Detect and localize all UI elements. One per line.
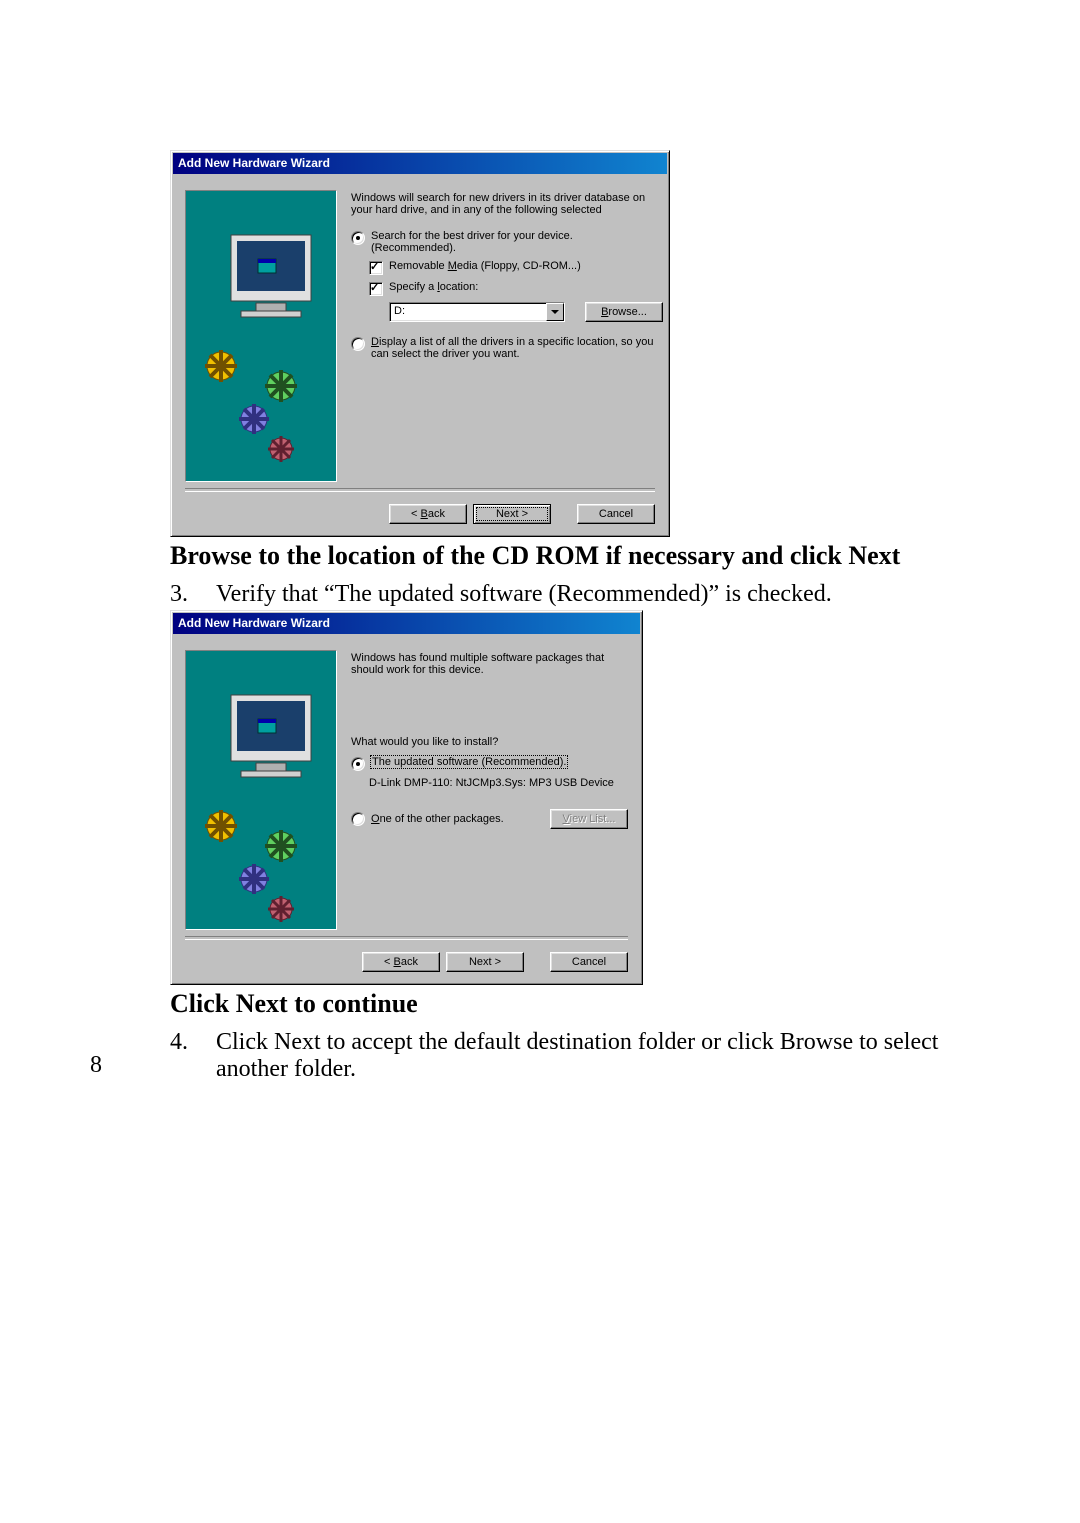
page-number: 8	[90, 1052, 102, 1079]
radio-icon	[351, 337, 365, 351]
dialog-question: What would you like to install?	[351, 736, 628, 748]
device-name-text: D-Link DMP-110: NtJCMp3.Sys: MP3 USB Dev…	[369, 777, 628, 789]
radio-other-packages[interactable]: One of the other packages. View List...	[351, 809, 628, 829]
step-3: 3. Verify that “The updated software (Re…	[170, 581, 990, 608]
checkbox-removable-media[interactable]: Removable Media (Floppy, CD-ROM...)	[369, 260, 663, 275]
checkbox-label: Specify a location:	[389, 281, 478, 293]
dialog-intro-text: Windows has found multiple software pack…	[351, 652, 628, 676]
back-button[interactable]: < Back	[389, 504, 467, 524]
radio-display-list[interactable]: Display a list of all the drivers in a s…	[351, 336, 663, 360]
radio-label: Search for the best driver for your devi…	[371, 230, 573, 242]
dialog-title: Add New Hardware Wizard	[173, 613, 640, 634]
chevron-down-icon[interactable]	[546, 303, 564, 321]
radio-updated-software[interactable]: The updated software (Recommended).	[351, 756, 628, 771]
radio-icon	[351, 757, 365, 771]
instruction-click-next: Click Next to continue	[170, 989, 990, 1019]
checkbox-icon	[369, 261, 383, 275]
checkbox-specify-location[interactable]: Specify a location:	[369, 281, 663, 296]
radio-label: Display a list of all the drivers in a s…	[371, 336, 663, 360]
browse-button[interactable]: Browse...	[585, 302, 663, 322]
radio-search-best-driver[interactable]: Search for the best driver for your devi…	[351, 230, 663, 254]
next-button[interactable]: Next >	[446, 952, 524, 972]
dialog-intro-text: Windows will search for new drivers in i…	[351, 192, 663, 216]
instruction-browse: Browse to the location of the CD ROM if …	[170, 541, 990, 571]
radio-label: One of the other packages.	[371, 813, 504, 825]
back-button[interactable]: < Back	[362, 952, 440, 972]
checkbox-icon	[369, 282, 383, 296]
cancel-button[interactable]: Cancel	[550, 952, 628, 972]
next-button[interactable]: Next >	[473, 504, 551, 524]
wizard-art-icon	[185, 190, 337, 482]
cancel-button[interactable]: Cancel	[577, 504, 655, 524]
radio-label: The updated software (Recommended).	[371, 756, 567, 768]
dialog-title: Add New Hardware Wizard	[173, 153, 667, 174]
wizard-art-icon	[185, 650, 337, 930]
location-combobox[interactable]: D:	[389, 302, 565, 322]
radio-label-rec: (Recommended).	[371, 242, 456, 254]
hardware-wizard-dialog-2: Add New Hardware Wizard Windows has foun…	[170, 610, 643, 985]
location-value: D:	[390, 303, 546, 321]
view-list-button: View List...	[550, 809, 628, 829]
hardware-wizard-dialog-1: Add New Hardware Wizard Windows will sea…	[170, 150, 670, 537]
radio-icon	[351, 812, 365, 826]
radio-icon	[351, 231, 365, 245]
checkbox-label: Removable Media (Floppy, CD-ROM...)	[389, 260, 581, 272]
step-4: 4. Click Next to accept the default dest…	[170, 1029, 990, 1083]
